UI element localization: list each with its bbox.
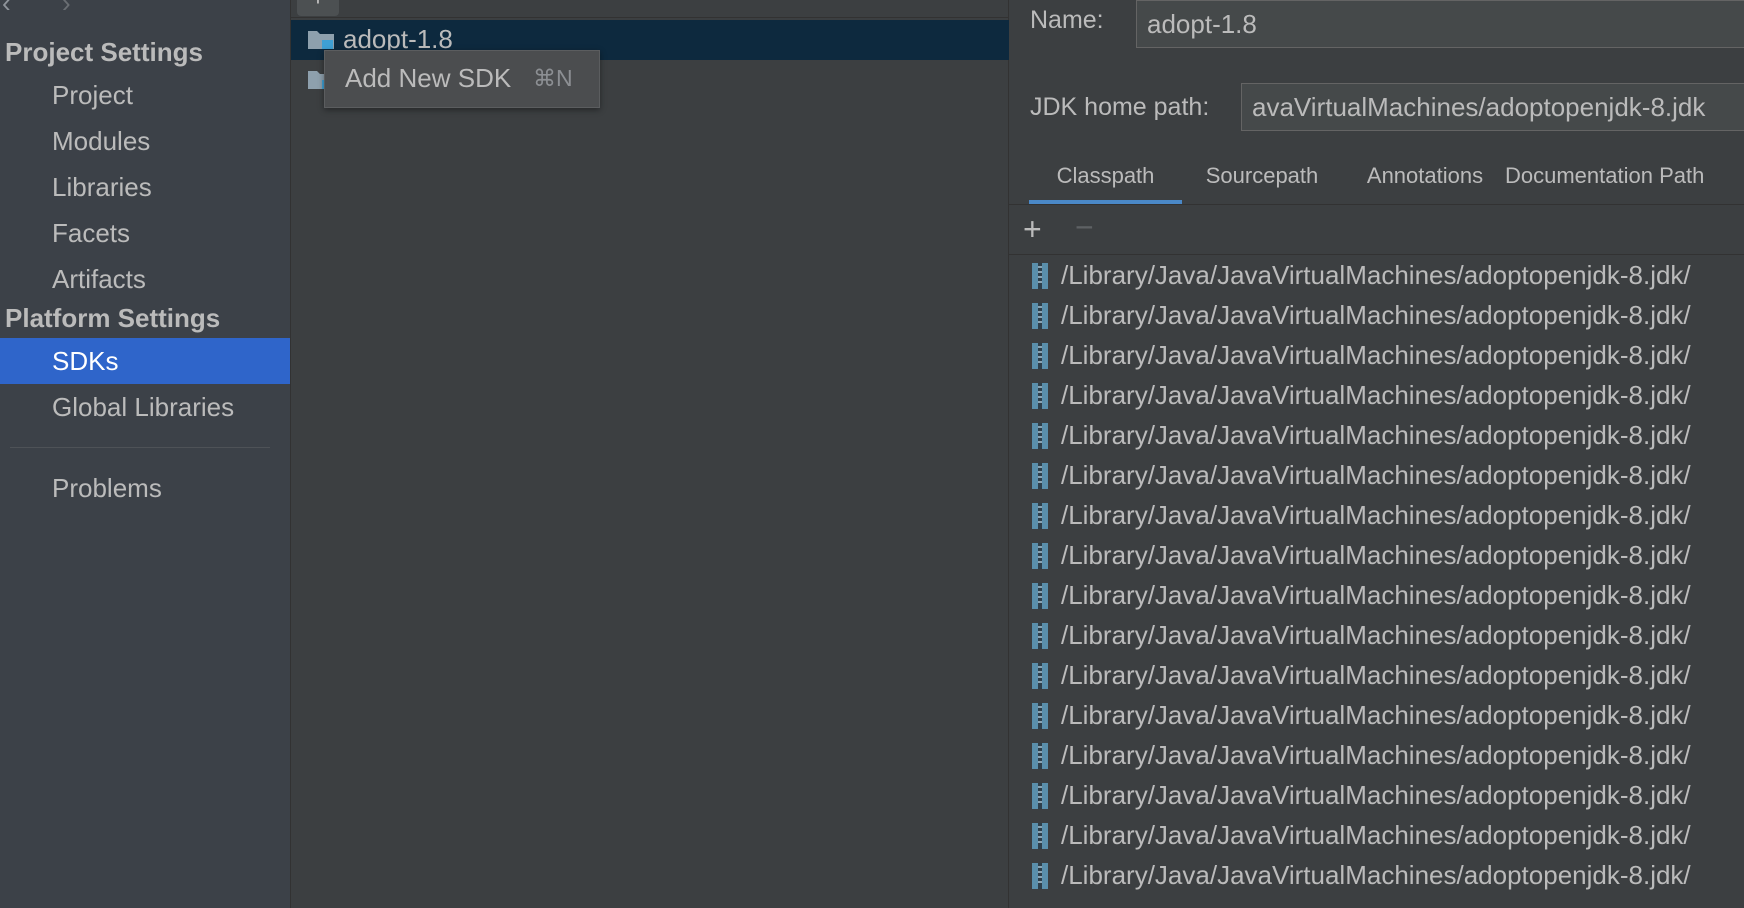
classpath-entry[interactable]: /Library/Java/JavaVirtualMachines/adopto… <box>1009 536 1744 576</box>
nav-item-problems[interactable]: Problems <box>0 465 290 511</box>
forward-arrow-icon[interactable]: › <box>62 0 71 19</box>
tab-sourcepath[interactable]: Sourcepath <box>1187 152 1337 204</box>
classpath-entry-label: /Library/Java/JavaVirtualMachines/adopto… <box>1061 500 1691 530</box>
jar-archive-icon <box>1032 743 1048 769</box>
nav-divider <box>10 447 270 448</box>
classpath-entry-label: /Library/Java/JavaVirtualMachines/adopto… <box>1061 660 1691 690</box>
classpath-entry-label: /Library/Java/JavaVirtualMachines/adopto… <box>1061 300 1691 330</box>
classpath-entry[interactable]: /Library/Java/JavaVirtualMachines/adopto… <box>1009 576 1744 616</box>
nav-section-platform-settings: Platform Settings <box>5 303 221 333</box>
jar-archive-icon <box>1032 263 1048 289</box>
classpath-entry-label: /Library/Java/JavaVirtualMachines/adopto… <box>1061 820 1691 850</box>
nav-item-project[interactable]: Project <box>0 72 290 118</box>
classpath-entry[interactable]: /Library/Java/JavaVirtualMachines/adopto… <box>1009 296 1744 336</box>
jar-archive-icon <box>1032 463 1048 489</box>
tab-documentation-path[interactable]: Documentation Path <box>1505 152 1744 204</box>
classpath-entry-label: /Library/Java/JavaVirtualMachines/adopto… <box>1061 540 1691 570</box>
classpath-entry[interactable]: /Library/Java/JavaVirtualMachines/adopto… <box>1009 456 1744 496</box>
jar-archive-icon <box>1032 543 1048 569</box>
jar-archive-icon <box>1032 503 1048 529</box>
classpath-entry-label: /Library/Java/JavaVirtualMachines/adopto… <box>1061 380 1691 410</box>
classpath-entry[interactable]: /Library/Java/JavaVirtualMachines/adopto… <box>1009 496 1744 536</box>
jar-archive-icon <box>1032 423 1048 449</box>
back-arrow-icon[interactable]: ‹ <box>2 0 11 19</box>
settings-nav: ‹ › Project Settings Project Modules Lib… <box>0 0 290 908</box>
jdk-home-path-label: JDK home path: <box>1030 93 1210 121</box>
jdk-home-path-field[interactable]: avaVirtualMachines/adoptopenjdk-8.jdk <box>1241 83 1744 131</box>
add-path-button[interactable]: + <box>1023 211 1042 248</box>
nav-item-modules[interactable]: Modules <box>0 118 290 164</box>
tab-annotations[interactable]: Annotations <box>1351 152 1499 204</box>
classpath-entry[interactable]: /Library/Java/JavaVirtualMachines/adopto… <box>1009 856 1744 896</box>
jar-archive-icon <box>1032 703 1048 729</box>
nav-item-artifacts[interactable]: Artifacts <box>0 256 290 302</box>
classpath-entry[interactable]: /Library/Java/JavaVirtualMachines/adopto… <box>1009 416 1744 456</box>
nav-item-libraries[interactable]: Libraries <box>0 164 290 210</box>
jar-archive-icon <box>1032 623 1048 649</box>
classpath-entry[interactable]: /Library/Java/JavaVirtualMachines/adopto… <box>1009 376 1744 416</box>
jar-archive-icon <box>1032 863 1048 889</box>
tooltip-label: Add New SDK <box>345 63 512 93</box>
classpath-entry-label: /Library/Java/JavaVirtualMachines/adopto… <box>1061 260 1691 290</box>
jar-archive-icon <box>1032 383 1048 409</box>
name-field-label: Name: <box>1030 6 1104 34</box>
remove-path-button[interactable]: − <box>1075 209 1094 246</box>
classpath-entry-label: /Library/Java/JavaVirtualMachines/adopto… <box>1061 420 1691 450</box>
jar-archive-icon <box>1032 583 1048 609</box>
toolbar-divider <box>291 17 1010 18</box>
classpath-entry[interactable]: /Library/Java/JavaVirtualMachines/adopto… <box>1009 816 1744 856</box>
classpath-entry-label: /Library/Java/JavaVirtualMachines/adopto… <box>1061 740 1691 770</box>
classpath-entry[interactable]: /Library/Java/JavaVirtualMachines/adopto… <box>1009 336 1744 376</box>
classpath-entry[interactable]: /Library/Java/JavaVirtualMachines/adopto… <box>1009 656 1744 696</box>
tooltip-shortcut: ⌘N <box>533 65 573 91</box>
jar-archive-icon <box>1032 783 1048 809</box>
classpath-entry-label: /Library/Java/JavaVirtualMachines/adopto… <box>1061 700 1691 730</box>
jar-archive-icon <box>1032 303 1048 329</box>
classpath-entry-label: /Library/Java/JavaVirtualMachines/adopto… <box>1061 460 1691 490</box>
tab-classpath[interactable]: Classpath <box>1029 152 1182 204</box>
jar-archive-icon <box>1032 663 1048 689</box>
classpath-entry[interactable]: /Library/Java/JavaVirtualMachines/adopto… <box>1009 736 1744 776</box>
classpath-entry[interactable]: /Library/Java/JavaVirtualMachines/adopto… <box>1009 696 1744 736</box>
classpath-entry-label: /Library/Java/JavaVirtualMachines/adopto… <box>1061 620 1691 650</box>
nav-item-global-libraries[interactable]: Global Libraries <box>0 384 290 430</box>
classpath-entry[interactable]: /Library/Java/JavaVirtualMachines/adopto… <box>1009 776 1744 816</box>
path-toolbar: + − <box>1009 205 1744 255</box>
classpath-entry[interactable]: /Library/Java/JavaVirtualMachines/adopto… <box>1009 256 1744 296</box>
name-field[interactable]: adopt-1.8 <box>1136 0 1744 48</box>
nav-item-sdks[interactable]: SDKs <box>0 338 290 384</box>
jdk-folder-icon <box>308 31 334 49</box>
add-sdk-button[interactable]: + <box>297 0 339 16</box>
classpath-entry-label: /Library/Java/JavaVirtualMachines/adopto… <box>1061 340 1691 370</box>
nav-item-facets[interactable]: Facets <box>0 210 290 256</box>
nav-section-project-settings: Project Settings <box>5 37 203 67</box>
classpath-entry[interactable]: /Library/Java/JavaVirtualMachines/adopto… <box>1009 616 1744 656</box>
sdk-list-panel: + adopt-1.8 <box>290 0 1010 908</box>
add-new-sdk-tooltip: Add New SDK ⌘N <box>324 50 600 108</box>
classpath-entry-label: /Library/Java/JavaVirtualMachines/adopto… <box>1061 580 1691 610</box>
classpath-entry-label: /Library/Java/JavaVirtualMachines/adopto… <box>1061 780 1691 810</box>
classpath-entry-label: /Library/Java/JavaVirtualMachines/adopto… <box>1061 860 1691 890</box>
sdk-details-panel: Name: adopt-1.8 JDK home path: avaVirtua… <box>1009 0 1744 908</box>
jar-archive-icon <box>1032 343 1048 369</box>
jar-archive-icon <box>1032 823 1048 849</box>
